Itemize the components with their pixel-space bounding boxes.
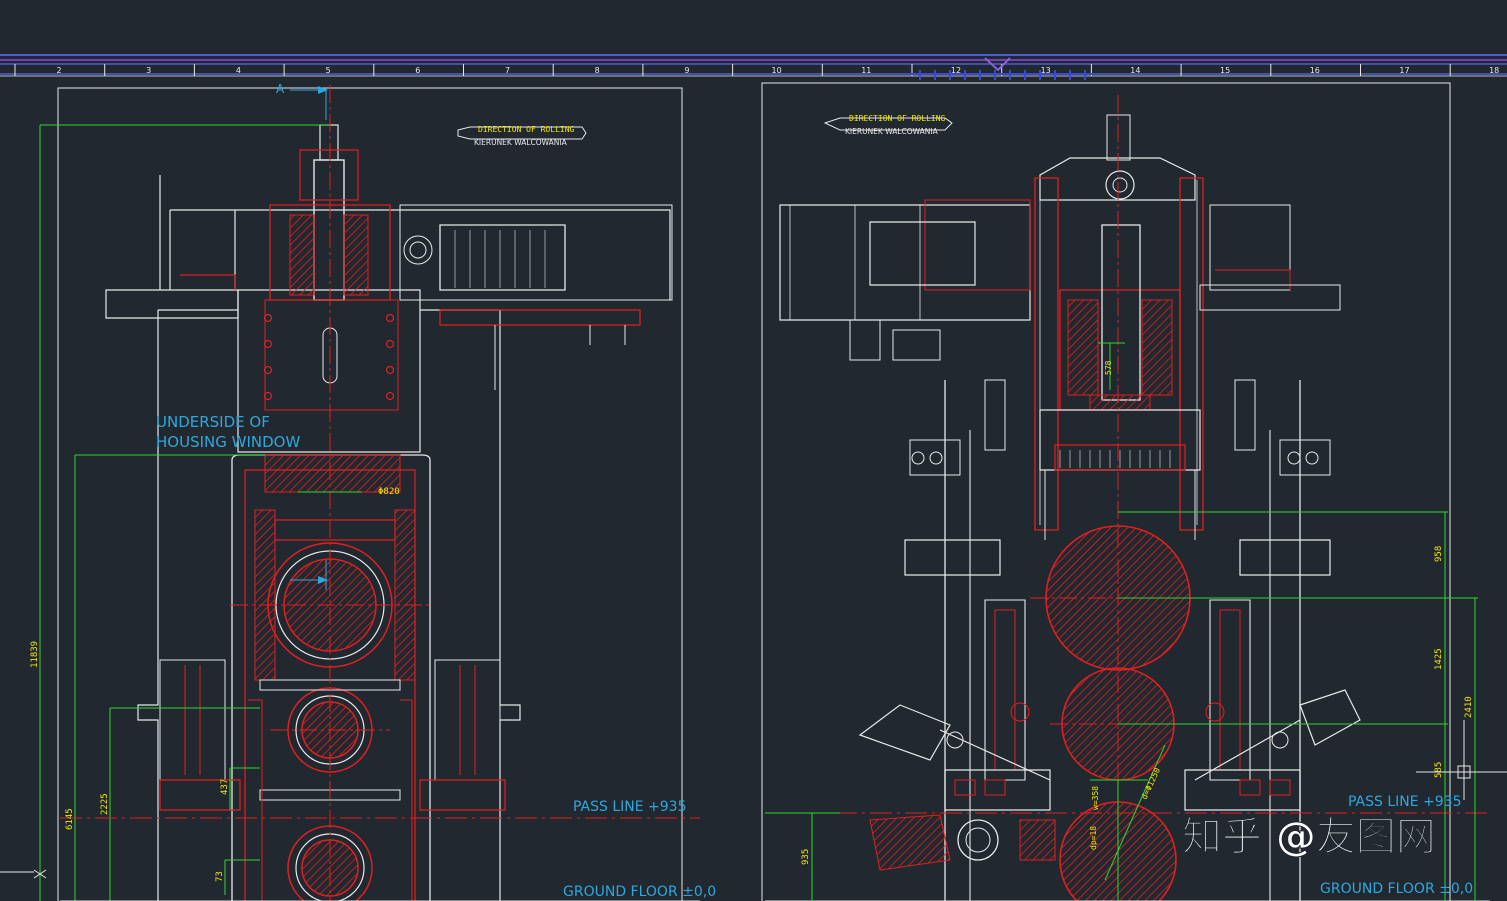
housing-bolt [263,391,273,401]
section-marker-a: A [276,82,285,96]
ruler-number: 8 [595,66,600,75]
direction-text-pl-right: KIERUNEK WALCOWANIA [845,127,939,136]
dim-dp18: dp=18 [1089,826,1098,850]
ruler-number: 16 [1310,66,1320,75]
dim-585: 585 [1434,762,1444,778]
watermark-text: 知乎 @友图网 [1182,814,1436,860]
direction-text-left: DIRECTION OF ROLLING [478,125,575,134]
crosshair-cursor [1416,720,1507,800]
housing-bolt [263,313,273,323]
ruler-number: 11 [861,66,871,75]
housing-bolt [385,365,395,375]
dim-2410: 2410 [1464,696,1474,718]
pass-line-label-left: PASS LINE +935 [573,799,687,815]
ruler-number: 9 [684,66,689,75]
housing-bolt [385,313,395,323]
dim-437: 437 [220,779,230,795]
housing-bolt [385,391,395,401]
dim-phi820: Φ820 [378,487,400,497]
ruler-number: 3 [146,66,151,75]
dim-1425: 1425 [1434,648,1444,670]
pass-line-label-right: PASS LINE +935 [1348,794,1462,810]
ruler-number: 7 [505,66,510,75]
ground-floor-label-right: GROUND FLOOR ±0,0 [1320,881,1473,897]
dim-578: 578 [1104,360,1113,375]
dim-958: 958 [1434,546,1444,562]
dim-73: 73 [215,871,225,882]
direction-text-pl-left: KIERUNEK WALCOWANIA [474,138,568,147]
ruler-number: 6 [415,66,420,75]
ruler-number: 4 [236,66,241,75]
cad-drawing-canvas[interactable]: 2 3 4 5 6 7 8 9 10 11 12 13 14 15 16 17 18 [0,0,1507,901]
ruler-number: 17 [1399,66,1409,75]
ruler-number: 10 [772,66,782,75]
ruler-number: 15 [1220,66,1230,75]
underside-label-line2: HOUSING WINDOW [156,433,300,451]
ground-floor-label-left: GROUND FLOOR ±0,0 [563,884,716,900]
ruler-number: 2 [56,66,61,75]
dim-w358: w=358 [1091,786,1100,810]
direction-of-rolling-label-left: DIRECTION OF ROLLING KIERUNEK WALCOWANIA [457,125,587,147]
dim-6145: 6145 [65,808,75,830]
direction-text-right: DIRECTION OF ROLLING [849,114,946,123]
dim-2225: 2225 [100,793,110,815]
ruler-number: 18 [1489,66,1499,75]
housing-bolt [263,339,273,349]
dim-total-height: 11839 [30,641,40,668]
ruler-number: 14 [1130,66,1140,75]
right-elevation-view: DIRECTION OF ROLLING KIERUNEK WALCOWANIA… [761,82,1507,901]
housing-bolt [385,339,395,349]
direction-of-rolling-label-right: DIRECTION OF ROLLING KIERUNEK WALCOWANIA [823,114,953,136]
housing-bolt [263,365,273,375]
ruler-number: 5 [326,66,331,75]
left-elevation-view: DIRECTION OF ROLLING KIERUNEK WALCOWANIA… [0,82,716,901]
underside-label-line1: UNDERSIDE OF [156,413,270,431]
dim-935: 935 [801,849,811,865]
top-ruler: 2 3 4 5 6 7 8 9 10 11 12 13 14 15 16 17 18 [0,54,1507,80]
